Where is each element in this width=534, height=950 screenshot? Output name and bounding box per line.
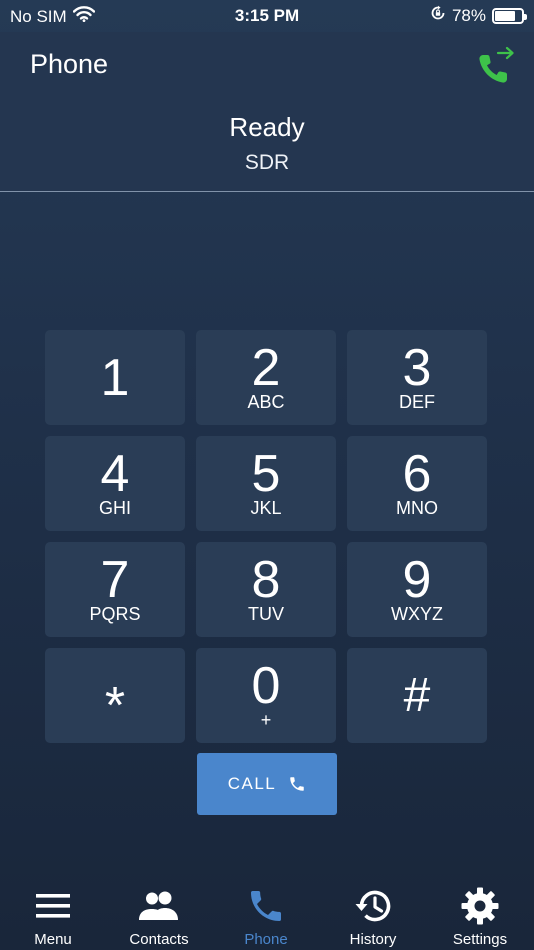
key-digit: 9 — [402, 551, 432, 609]
history-icon — [320, 886, 426, 926]
key-digit: 1 — [100, 349, 130, 407]
key-3[interactable]: 3 DEF — [347, 330, 487, 425]
key-star[interactable]: * — [45, 648, 185, 743]
phone-icon — [213, 886, 319, 926]
nav-history[interactable]: History — [320, 878, 426, 950]
battery-icon — [492, 7, 527, 24]
call-transfer-icon — [479, 46, 514, 83]
call-button[interactable]: CALL — [197, 753, 337, 815]
key-1[interactable]: 1 — [45, 330, 185, 425]
key-digit: 2 — [251, 339, 281, 397]
key-letters: GHI — [98, 498, 131, 518]
header: Phone Ready SDR — [0, 32, 534, 192]
key-digit: 3 — [402, 339, 432, 397]
contacts-icon — [106, 886, 212, 926]
key-letters: WXYZ — [391, 604, 443, 624]
key-letters: TUV — [248, 604, 284, 624]
key-digit: 0 — [251, 657, 281, 715]
key-digit: 4 — [100, 445, 130, 503]
key-digit: # — [403, 669, 431, 722]
call-transfer-button[interactable] — [474, 44, 518, 88]
nav-label: Phone — [244, 931, 288, 948]
key-letters: MNO — [396, 498, 438, 518]
key-digit: 5 — [251, 445, 281, 503]
key-digit: 6 — [402, 445, 432, 503]
key-letters: + — [260, 710, 272, 730]
gear-icon — [427, 886, 533, 926]
nav-label: Settings — [452, 931, 508, 948]
status-bar: No SIM 3:15 PM 78% — [0, 0, 534, 32]
key-2[interactable]: 2 ABC — [196, 330, 336, 425]
nav-phone[interactable]: Phone — [213, 878, 319, 950]
phone-icon — [290, 777, 305, 791]
key-letters: JKL — [250, 498, 282, 518]
bottom-nav: Menu Contacts Phone History Settings — [0, 878, 534, 950]
nav-label: Menu — [34, 931, 72, 948]
nav-label: History — [349, 931, 397, 948]
key-8[interactable]: 8 TUV — [196, 542, 336, 637]
key-letters: PQRS — [89, 604, 141, 624]
dial-keypad: 1 2 ABC 3 DEF 4 GHI 5 JKL 6 MNO 7 PQRS 8 TUV 9 WXYZ * 0 + # — [45, 330, 488, 743]
page-title: Phone — [30, 49, 109, 79]
key-digit: 7 — [100, 551, 130, 609]
agent-state: Ready — [229, 112, 305, 142]
menu-icon — [0, 886, 106, 926]
call-button-label: CALL — [227, 774, 277, 793]
key-4[interactable]: 4 GHI — [45, 436, 185, 531]
key-5[interactable]: 5 JKL — [196, 436, 336, 531]
nav-settings[interactable]: Settings — [427, 878, 533, 950]
key-6[interactable]: 6 MNO — [347, 436, 487, 531]
battery-percent: 78% — [451, 5, 486, 25]
key-7[interactable]: 7 PQRS — [45, 542, 185, 637]
key-0[interactable]: 0 + — [196, 648, 336, 743]
status-right: 78% — [430, 5, 527, 26]
dial-mode: SDR — [244, 151, 290, 174]
key-hash[interactable]: # — [347, 648, 487, 743]
orientation-lock-icon — [430, 5, 446, 26]
key-9[interactable]: 9 WXYZ — [347, 542, 487, 637]
nav-menu[interactable]: Menu — [0, 878, 106, 950]
key-letters: DEF — [399, 392, 435, 412]
nav-label: Contacts — [129, 931, 189, 948]
key-letters: ABC — [247, 392, 285, 412]
key-digit: 8 — [251, 551, 281, 609]
key-digit: * — [104, 677, 126, 735]
nav-contacts[interactable]: Contacts — [106, 878, 212, 950]
battery-level — [495, 10, 515, 21]
